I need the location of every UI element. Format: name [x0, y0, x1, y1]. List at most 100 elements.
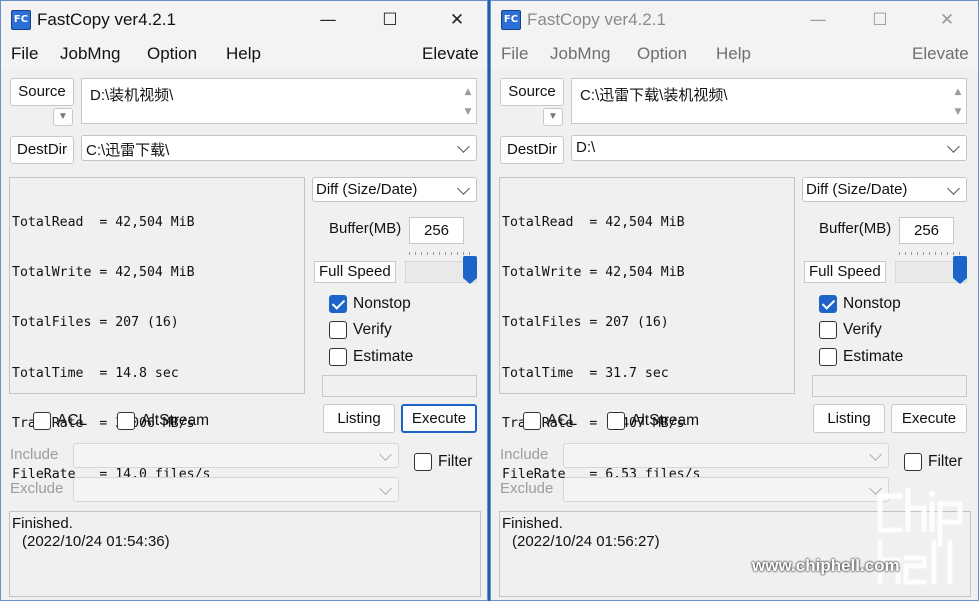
- menu-bar: File JobMng Option Help Elevate: [491, 39, 978, 69]
- filter-checkbox[interactable]: Filter: [904, 451, 974, 473]
- stat-total-write: TotalWrite = 42,504 MiB: [12, 264, 195, 280]
- acl-label: ACL: [547, 412, 578, 429]
- speed-label: Full Speed: [804, 261, 886, 283]
- maximize-icon[interactable]: ☐: [367, 5, 413, 35]
- stat-total-read: TotalRead = 42,504 MiB: [502, 214, 685, 230]
- destdir-button[interactable]: DestDir: [500, 136, 564, 164]
- checkbox-icon: [329, 321, 347, 339]
- speed-slider-ticks: [409, 252, 471, 255]
- destdir-button[interactable]: DestDir: [10, 136, 74, 164]
- menu-elevate[interactable]: Elevate: [422, 44, 479, 64]
- stats-panel: TotalRead = 42,504 MiB TotalWrite = 42,5…: [499, 177, 795, 482]
- destdir-path-text: D:\: [576, 139, 596, 156]
- checkbox-icon: [33, 412, 51, 430]
- scroll-up-icon[interactable]: ▲: [462, 87, 474, 97]
- checkbox-icon: [819, 321, 837, 339]
- listing-button[interactable]: Listing: [323, 404, 395, 433]
- nonstop-label: Nonstop: [353, 295, 411, 312]
- copy-mode-select[interactable]: Diff (Size/Date): [312, 177, 477, 202]
- stat-total-files: TotalFiles = 207 (16): [12, 315, 179, 331]
- altstream-checkbox[interactable]: AltStream: [117, 410, 227, 432]
- exclude-combo[interactable]: [563, 477, 889, 502]
- altstream-label: AltStream: [141, 412, 210, 429]
- altstream-label: AltStream: [631, 412, 700, 429]
- altstream-checkbox[interactable]: AltStream: [607, 410, 717, 432]
- window-title: FastCopy ver4.2.1: [37, 10, 176, 29]
- destdir-path-combo[interactable]: D:\: [571, 135, 967, 161]
- estimate-label: Estimate: [843, 348, 904, 365]
- buffer-input[interactable]: 256: [899, 217, 954, 244]
- buffer-value: 256: [424, 222, 450, 239]
- nonstop-label: Nonstop: [843, 295, 901, 312]
- scroll-down-icon[interactable]: ▼: [952, 107, 964, 117]
- minimize-icon[interactable]: —: [305, 5, 351, 35]
- source-path-field[interactable]: C:\迅雷下载\装机视频\ ▲ ▼: [571, 78, 967, 124]
- estimate-checkbox[interactable]: Estimate: [819, 346, 929, 368]
- exclude-combo[interactable]: [73, 477, 399, 502]
- acl-checkbox[interactable]: ACL: [523, 410, 593, 432]
- verify-label: Verify: [353, 321, 392, 338]
- stat-total-time: TotalTime = 31.7 sec: [502, 365, 669, 381]
- source-history-dropdown-icon[interactable]: ▼: [543, 108, 563, 126]
- execute-button[interactable]: Execute: [401, 404, 477, 433]
- checkbox-icon: [329, 295, 347, 313]
- copy-mode-select[interactable]: Diff (Size/Date): [802, 177, 967, 202]
- source-button[interactable]: Source: [500, 78, 564, 106]
- chevron-down-icon: [379, 447, 392, 461]
- menu-jobmng[interactable]: JobMng: [60, 44, 120, 64]
- menu-elevate[interactable]: Elevate: [912, 44, 969, 64]
- progress-bar: [322, 375, 477, 397]
- scroll-down-icon[interactable]: ▼: [462, 107, 474, 117]
- source-history-dropdown-icon[interactable]: ▼: [53, 108, 73, 126]
- checkbox-icon: [819, 295, 837, 313]
- title-bar[interactable]: FC FastCopy ver4.2.1 — ☐ ✕: [491, 1, 978, 39]
- fastcopy-window-left: FC FastCopy ver4.2.1 — ☐ ✕ File JobMng O…: [0, 0, 488, 601]
- title-bar[interactable]: FC FastCopy ver4.2.1 — ☐ ✕: [1, 1, 487, 39]
- checkbox-icon: [523, 412, 541, 430]
- copy-mode-value: Diff (Size/Date): [316, 181, 418, 198]
- close-icon[interactable]: ✕: [924, 5, 970, 35]
- nonstop-checkbox[interactable]: Nonstop: [329, 293, 439, 315]
- acl-checkbox[interactable]: ACL: [33, 410, 103, 432]
- menu-option[interactable]: Option: [637, 44, 687, 64]
- menu-file[interactable]: File: [501, 44, 528, 64]
- scroll-up-icon[interactable]: ▲: [952, 87, 964, 97]
- estimate-checkbox[interactable]: Estimate: [329, 346, 439, 368]
- include-combo[interactable]: [563, 443, 889, 468]
- include-label: Include: [10, 446, 59, 463]
- menu-file[interactable]: File: [11, 44, 38, 64]
- close-icon[interactable]: ✕: [434, 5, 480, 35]
- watermark-url: www.chiphell.com: [752, 556, 900, 575]
- verify-checkbox[interactable]: Verify: [329, 319, 439, 341]
- source-path-text: D:\装机视频\: [90, 87, 174, 104]
- checkbox-icon: [819, 348, 837, 366]
- chevron-down-icon: [947, 181, 960, 195]
- listing-button[interactable]: Listing: [813, 404, 885, 433]
- destdir-path-combo[interactable]: C:\迅雷下载\: [81, 135, 477, 161]
- menu-help[interactable]: Help: [226, 44, 261, 64]
- checkbox-icon: [117, 412, 135, 430]
- verify-checkbox[interactable]: Verify: [819, 319, 929, 341]
- buffer-label: Buffer(MB): [329, 220, 402, 237]
- menu-jobmng[interactable]: JobMng: [550, 44, 610, 64]
- buffer-input[interactable]: 256: [409, 217, 464, 244]
- maximize-icon[interactable]: ☐: [857, 5, 903, 35]
- include-combo[interactable]: [73, 443, 399, 468]
- chevron-down-icon: [457, 140, 470, 153]
- chevron-down-icon: [379, 481, 392, 495]
- menu-option[interactable]: Option: [147, 44, 197, 64]
- buffer-value: 256: [914, 222, 940, 239]
- filter-label: Filter: [928, 453, 963, 470]
- source-button[interactable]: Source: [10, 78, 74, 106]
- nonstop-checkbox[interactable]: Nonstop: [819, 293, 929, 315]
- speed-slider-thumb[interactable]: [463, 256, 477, 284]
- source-path-field[interactable]: D:\装机视频\ ▲ ▼: [81, 78, 477, 124]
- stat-total-time: TotalTime = 14.8 sec: [12, 365, 179, 381]
- filter-checkbox[interactable]: Filter: [414, 451, 484, 473]
- execute-button[interactable]: Execute: [891, 404, 967, 433]
- status-timestamp: (2022/10/24 01:54:36): [22, 533, 170, 550]
- minimize-icon[interactable]: —: [795, 5, 841, 35]
- speed-slider-thumb[interactable]: [953, 256, 967, 284]
- menu-help[interactable]: Help: [716, 44, 751, 64]
- fastcopy-app-icon: FC: [11, 10, 31, 30]
